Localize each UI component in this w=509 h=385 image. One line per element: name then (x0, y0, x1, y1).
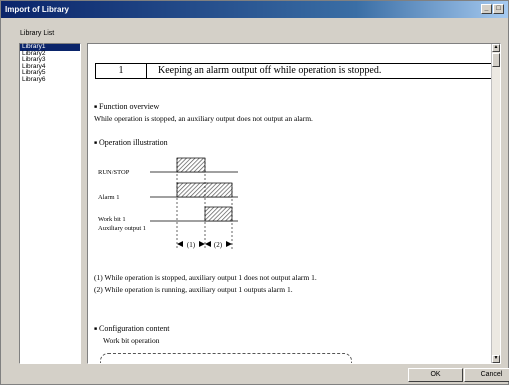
timing-diagram: (1) (2) (150, 157, 238, 249)
alarm1-label: Alarm 1 (98, 194, 120, 201)
library-item[interactable]: Library6 (20, 76, 80, 84)
aux-output-pulse (204, 206, 233, 222)
minimize-button[interactable]: _ (481, 4, 492, 14)
work-bit-label: Work bit 1 (98, 216, 126, 223)
aux-output-label: Auxiliary output 1 (98, 225, 147, 232)
interval1-arrow-right (199, 241, 205, 247)
configuration-label: Configuration content (99, 324, 170, 333)
bullet-icon: ■ (94, 327, 98, 332)
interval1-arrow-left (177, 241, 183, 247)
window-title: Import of Library (5, 5, 70, 14)
configuration-text: Work bit operation (103, 336, 160, 345)
cancel-button[interactable]: Cancel (464, 368, 509, 382)
interval2-arrow-left (205, 241, 211, 247)
ok-button[interactable]: OK (408, 368, 463, 382)
scroll-up-icon[interactable]: ▲ (492, 44, 500, 52)
configuration-title: ■ Configuration content (94, 324, 169, 333)
run-stop-label: RUN/STOP (98, 169, 130, 176)
interval2-label: (2) (214, 241, 223, 249)
maximize-button[interactable]: □ (493, 4, 504, 14)
note-1: (1) While operation is stopped, auxiliar… (94, 273, 317, 282)
library-description-pane[interactable]: 1 Keeping an alarm output off while oper… (87, 43, 501, 364)
library-list-label: Library List (20, 30, 55, 37)
alarm1-pulse (176, 182, 233, 198)
import-library-dialog: Import of Library _ □ Library List Libra… (0, 0, 509, 385)
scroll-down-icon[interactable]: ▼ (492, 355, 500, 363)
configuration-diagram-box (100, 353, 352, 363)
run-stop-pulse (176, 157, 206, 173)
interval2-arrow-right (226, 241, 232, 247)
scroll-thumb[interactable] (492, 53, 500, 67)
note-2: (2) While operation is running, auxiliar… (94, 285, 293, 294)
title-bar: Import of Library _ □ (1, 1, 508, 18)
vertical-scrollbar[interactable]: ▲ ▼ (491, 44, 500, 363)
library-list[interactable]: Library1 Library2 Library3 Library4 Libr… (19, 43, 81, 364)
interval1-label: (1) (187, 241, 196, 249)
